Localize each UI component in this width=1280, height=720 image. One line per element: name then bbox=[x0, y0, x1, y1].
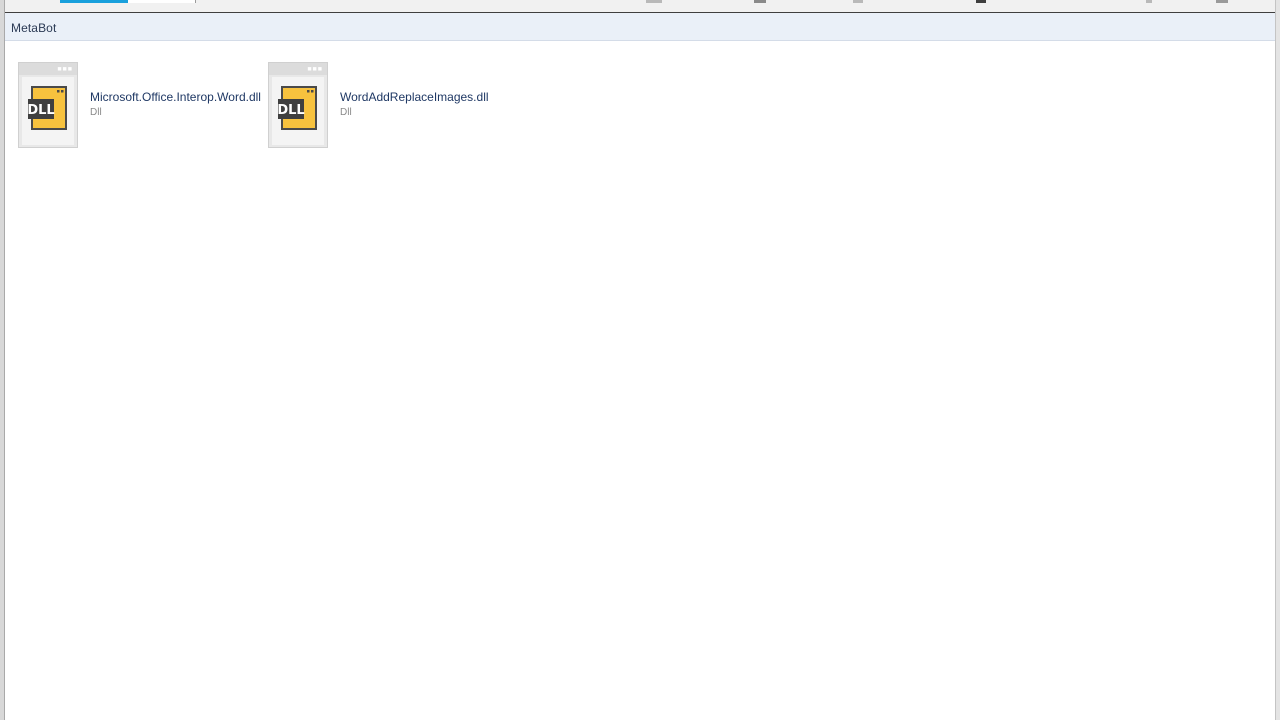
toolbar-button-2[interactable] bbox=[754, 0, 766, 3]
metabot-explorer-window: MetaBot ■■■ DLL Microsoft.Office.Interop… bbox=[0, 0, 1280, 720]
file-type: Dll bbox=[90, 107, 102, 118]
toolbar-button-4[interactable] bbox=[976, 0, 986, 3]
dll-icon-label: DLL bbox=[278, 103, 305, 118]
file-item[interactable]: ■■■ DLL Microsoft.Office.Interop.Word.dl… bbox=[18, 62, 261, 148]
dll-file-icon: DLL bbox=[278, 86, 317, 130]
toolbar-button-6[interactable] bbox=[1216, 0, 1228, 3]
dll-icon-label: DLL bbox=[28, 103, 55, 118]
window-right-border bbox=[1275, 0, 1280, 720]
tab-active[interactable] bbox=[60, 0, 128, 3]
file-list-area: ■■■ DLL Microsoft.Office.Interop.Word.dl… bbox=[5, 42, 1275, 720]
toolbar-strip bbox=[0, 0, 1280, 13]
toolbar-button-3[interactable] bbox=[853, 0, 863, 3]
breadcrumb-bar: MetaBot bbox=[5, 13, 1275, 41]
file-item[interactable]: ■■■ DLL WordAddReplaceImages.dll Dll bbox=[268, 62, 508, 148]
file-name[interactable]: WordAddReplaceImages.dll bbox=[340, 90, 489, 104]
toolbar-button-1[interactable] bbox=[646, 0, 662, 3]
tab-inactive[interactable] bbox=[128, 0, 196, 3]
dll-file-icon: DLL bbox=[28, 86, 67, 130]
thumbnail-dots-icon: ■■■ bbox=[307, 66, 323, 73]
thumbnail-dots-icon: ■■■ bbox=[57, 66, 73, 73]
file-name[interactable]: Microsoft.Office.Interop.Word.dll bbox=[90, 90, 261, 104]
toolbar-button-5[interactable] bbox=[1146, 0, 1152, 3]
file-type: Dll bbox=[340, 107, 352, 118]
file-thumbnail: ■■■ DLL bbox=[268, 62, 328, 148]
breadcrumb-item-metabot[interactable]: MetaBot bbox=[11, 21, 56, 35]
file-thumbnail: ■■■ DLL bbox=[18, 62, 78, 148]
